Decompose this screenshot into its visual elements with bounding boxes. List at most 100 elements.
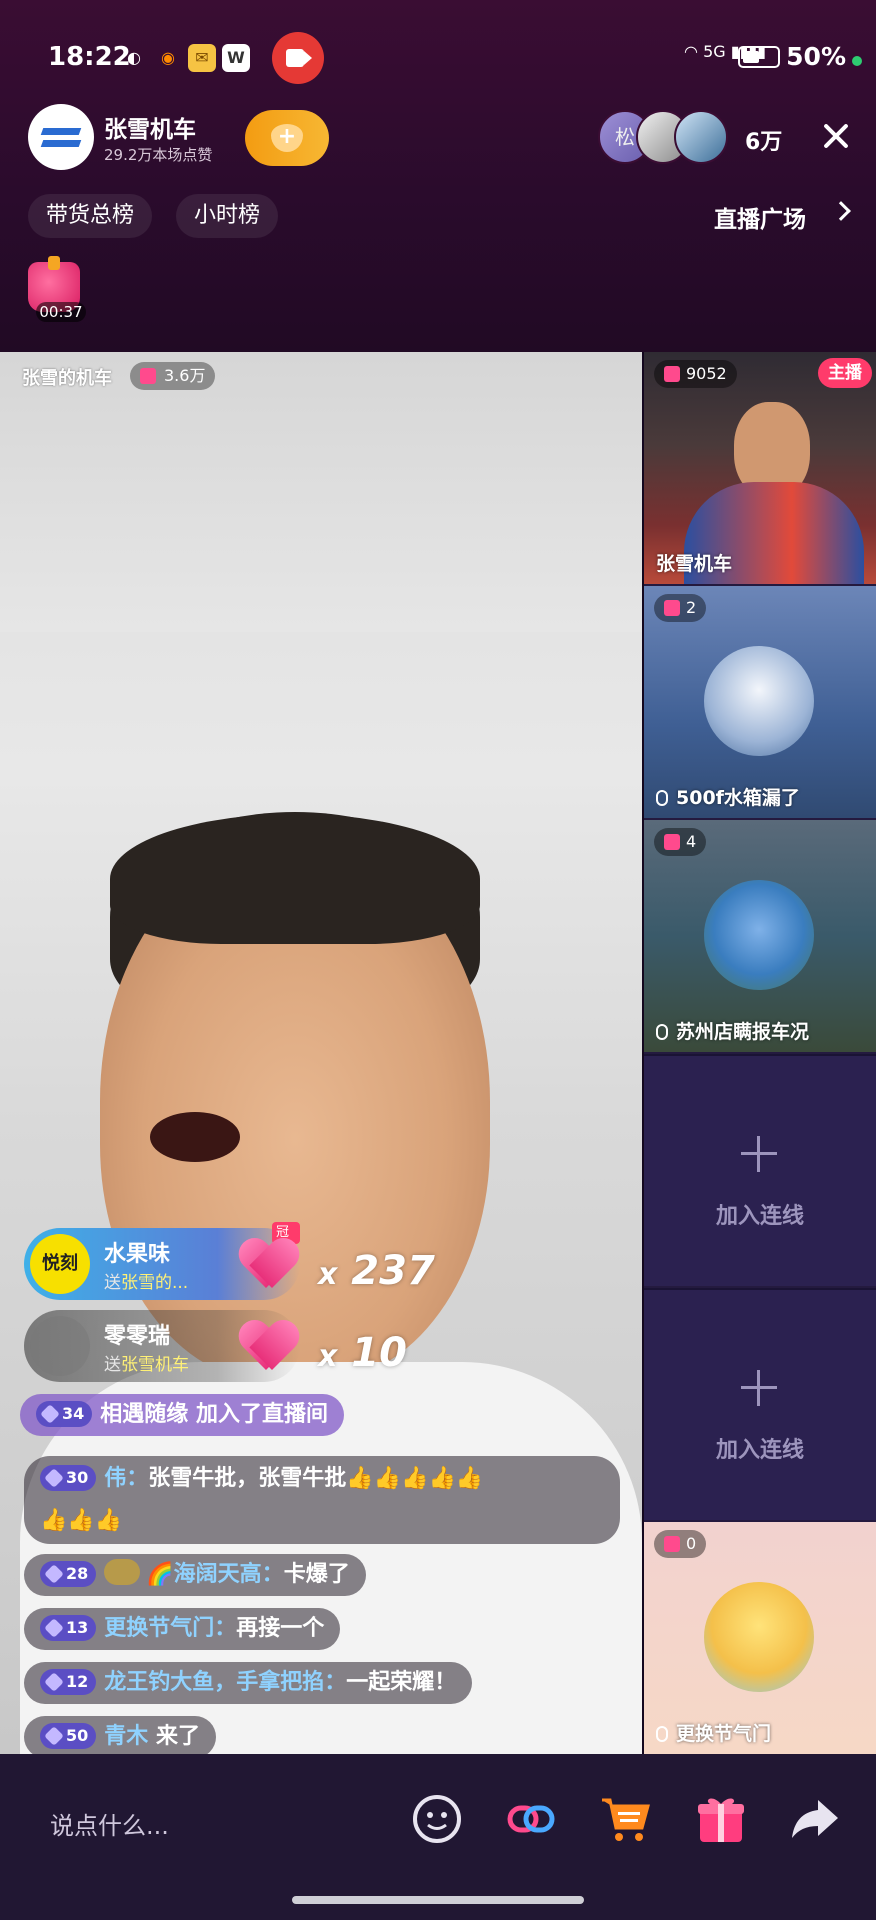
- gift-multiplier-x: x: [318, 1339, 338, 1374]
- fan-heart-badge: [104, 1559, 141, 1585]
- chat-text: 张雪牛批，张雪牛批: [148, 1466, 347, 1491]
- live-plaza-link[interactable]: 直播广场: [714, 200, 806, 234]
- wechat-icon: ◐: [127, 48, 141, 67]
- follow-button[interactable]: +: [245, 110, 329, 166]
- plus-icon: [741, 1370, 777, 1406]
- level-badge: 34: [36, 1401, 93, 1427]
- tile-avatar: [704, 1582, 814, 1692]
- plus-icon: +: [277, 124, 297, 149]
- chat-message[interactable]: 28 🌈海阔天高：卡爆了: [24, 1554, 366, 1596]
- gift-sender: 零零瑞: [104, 1324, 171, 1349]
- gift-target-name: 张雪的...: [121, 1273, 189, 1293]
- gift-banner[interactable]: 零零瑞 送张雪机车: [24, 1310, 300, 1382]
- tile-name-text: 苏州店瞒报车况: [676, 1021, 810, 1043]
- chevron-right-icon[interactable]: [831, 201, 851, 221]
- host-badge: 主播: [818, 358, 872, 388]
- gift-prefix: 送: [104, 1355, 121, 1375]
- thumbs-up-emoji: 👍👍👍: [40, 1508, 123, 1533]
- chat-message[interactable]: 13 更换节气门：再接一个: [24, 1608, 341, 1650]
- status-time: 18:22: [48, 42, 131, 72]
- tile-count: 0: [654, 1530, 707, 1558]
- mic-icon: [656, 790, 668, 806]
- tile-name-text: 更换节气门: [676, 1723, 772, 1745]
- weibo-icon: ◉: [161, 48, 175, 67]
- gift-prefix: 送: [104, 1273, 121, 1293]
- co-host-tile[interactable]: 2 500f水箱漏了: [644, 586, 876, 818]
- co-host-tile[interactable]: 9052 主播 张雪机车: [644, 352, 876, 584]
- mic-icon: [656, 1024, 668, 1040]
- level-badge: 50: [40, 1723, 97, 1749]
- level-badge: 30: [40, 1465, 97, 1491]
- top-viewers-avatars[interactable]: 松: [598, 110, 728, 166]
- shopping-cart-icon[interactable]: [598, 1792, 652, 1846]
- live-stream-screen: 18:22 ◐ ◉ ✉ W ◠ 5G ▮▮▮▮ 50% 张雪机车 29.2万本场…: [0, 0, 876, 1920]
- host-avatar[interactable]: [28, 104, 94, 170]
- chat-message[interactable]: 12 龙王钓大鱼，手拿把掐：一起荣耀！: [24, 1662, 473, 1704]
- co-host-tile[interactable]: 4 苏州店瞒报车况: [644, 820, 876, 1052]
- home-indicator[interactable]: [292, 1896, 584, 1904]
- tile-avatar: [704, 646, 814, 756]
- screen-record-icon[interactable]: [272, 32, 324, 84]
- join-message[interactable]: 34 相遇随缘 加入了直播间: [20, 1394, 344, 1436]
- w-app-icon: W: [222, 44, 250, 72]
- tab-hourly-rank[interactable]: 小时榜: [176, 194, 279, 238]
- chat-message[interactable]: 50 青木 来了: [24, 1716, 216, 1754]
- emoji-icon[interactable]: [410, 1792, 464, 1846]
- mic-icon: [656, 1726, 668, 1742]
- comment-input[interactable]: 说点什么...: [50, 1806, 169, 1841]
- tile-name: 苏州店瞒报车况: [656, 1017, 809, 1044]
- room-name: 张雪的机车: [22, 368, 112, 389]
- camera-indicator-dot: [852, 56, 862, 66]
- join-link-slot[interactable]: 加入连线: [644, 1054, 876, 1286]
- tile-name: 500f水箱漏了: [656, 783, 800, 810]
- mail-icon: ✉: [188, 44, 216, 72]
- join-text: 加入了直播间: [195, 1402, 328, 1427]
- tile-name: 更换节气门: [656, 1719, 771, 1746]
- thumbs-up-emoji: 👍👍👍👍👍: [346, 1466, 484, 1491]
- host-name: 张雪机车: [104, 117, 196, 143]
- join-link-slot[interactable]: 加入连线: [644, 1288, 876, 1520]
- chat-text: 卡爆了: [283, 1562, 350, 1587]
- tab-sales-rank[interactable]: 带货总榜: [28, 194, 153, 238]
- tile-count: 4: [654, 828, 707, 856]
- chat-text: 来了: [155, 1724, 200, 1749]
- tile-count: 2: [654, 594, 707, 622]
- video-subject-mouth: [150, 1112, 240, 1162]
- join-user: 相遇随缘: [100, 1402, 189, 1427]
- plus-icon: [741, 1136, 777, 1172]
- level-badge: 13: [40, 1615, 97, 1641]
- gift-banner[interactable]: 悦刻 水果味 送张雪的... 冠名: [24, 1222, 300, 1300]
- chat-text: 一起荣耀！: [346, 1670, 457, 1695]
- share-icon[interactable]: [788, 1792, 842, 1846]
- viewer-avatar-initial: 松: [615, 125, 635, 149]
- chat-text: 再接一个: [236, 1616, 325, 1641]
- link-connect-icon[interactable]: [504, 1792, 558, 1846]
- gift-target: 送张雪的...: [104, 1268, 188, 1293]
- co-host-tile[interactable]: 0 更换节气门: [644, 1522, 876, 1754]
- gift-timer: 00:37: [36, 302, 86, 322]
- level-badge: 12: [40, 1669, 97, 1695]
- wifi-icon: ◠: [684, 42, 699, 61]
- join-link-label: 加入连线: [715, 1204, 804, 1229]
- main-video[interactable]: 张雪的机车 3.6万 悦刻 水果味 送张雪的... 冠名 x 237 零零瑞 送…: [0, 352, 642, 1754]
- gift-target-name: 张雪机车: [121, 1355, 189, 1375]
- chat-username: 海阔天高：: [173, 1562, 284, 1587]
- tile-count: 9052: [654, 360, 737, 388]
- viewer-avatar[interactable]: [674, 110, 728, 164]
- red-packet-gift[interactable]: 00:37: [24, 256, 90, 324]
- top-header-area: 18:22 ◐ ◉ ✉ W ◠ 5G ▮▮▮▮ 50% 张雪机车 29.2万本场…: [0, 0, 876, 352]
- gift-icon[interactable]: [694, 1792, 748, 1846]
- chat-message[interactable]: 30 伟：张雪牛批，张雪牛批👍👍👍👍👍 👍👍👍: [24, 1456, 620, 1544]
- chat-username: 龙王钓大鱼，手拿把掐：: [104, 1670, 347, 1695]
- gift-multiplier-value: 237: [351, 1248, 435, 1294]
- gift-multiplier: x 237: [318, 1248, 435, 1294]
- viewer-count[interactable]: 6万: [745, 124, 782, 156]
- heart-gift-icon: [240, 1240, 298, 1290]
- tile-avatar: [704, 880, 814, 990]
- rainbow-emoji: 🌈: [146, 1562, 174, 1587]
- chat-username: 更换节气门：: [104, 1616, 237, 1641]
- gift-sender: 水果味: [104, 1242, 171, 1267]
- close-icon[interactable]: [818, 118, 854, 154]
- host-likes: 29.2万本场点赞: [104, 146, 213, 164]
- gift-multiplier: x 10: [318, 1330, 407, 1376]
